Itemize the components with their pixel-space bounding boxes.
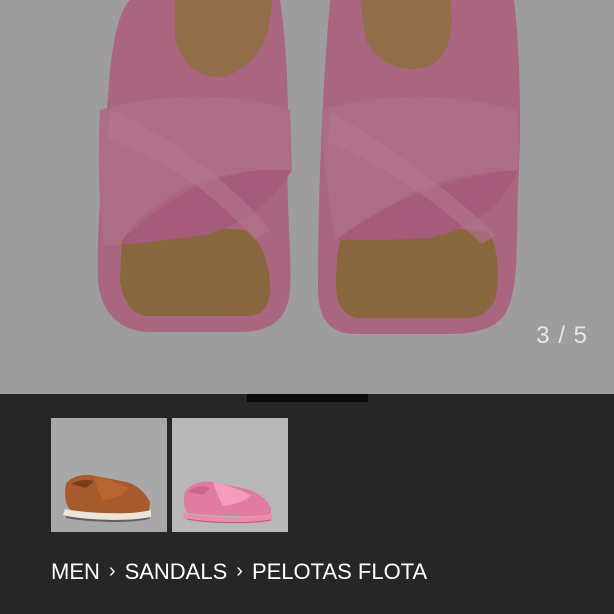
right-sandal [318,0,521,334]
gallery-progress-indicator [247,394,368,402]
product-gallery-page: 3 / 5 MEN › SANDALS › PELOTAS FLOTA [0,0,614,614]
thumbnail-brown-sandal[interactable] [51,418,167,532]
breadcrumb-sandals[interactable]: SANDALS [125,556,228,588]
thumbnail-pink-sandal[interactable] [172,418,288,532]
left-sandal [97,0,292,332]
image-counter: 3 / 5 [536,322,588,349]
thumbnail-strip [51,418,288,532]
main-product-image[interactable]: 3 / 5 [0,0,614,394]
breadcrumb-current-product: PELOTAS FLOTA [251,559,428,584]
chevron-right-icon: › [236,560,243,582]
breadcrumb: MEN › SANDALS › PELOTAS FLOTA [51,556,427,588]
chevron-right-icon: › [108,560,116,582]
breadcrumb-men[interactable]: MEN [51,556,100,588]
brown-sandal-thumbnail-image [51,418,167,532]
pink-sandal-top-view-image [0,0,614,394]
pink-sandal-thumbnail-image [172,418,288,532]
